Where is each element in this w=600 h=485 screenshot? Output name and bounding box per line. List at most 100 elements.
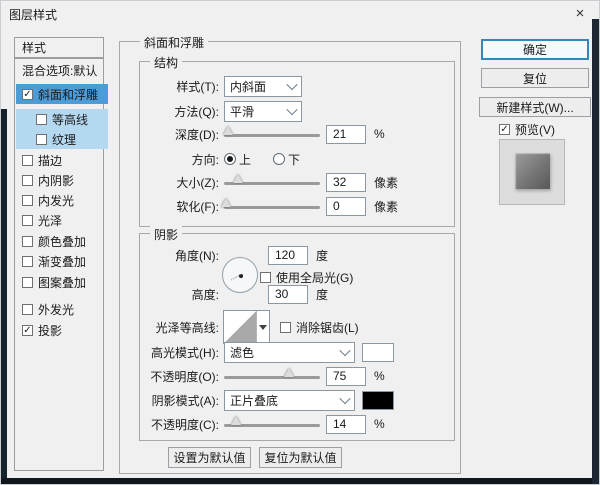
sidebar-item-contour[interactable]: 等高线 — [16, 109, 108, 129]
set-as-default-label: 设置为默认值 — [173, 451, 246, 465]
color-overlay-checkbox[interactable] — [22, 235, 33, 247]
styles-list: 混合选项:默认 斜面和浮雕 等高线 纹理 描边 内阴影 内发光 光泽 — [14, 58, 108, 471]
sidebar-item-pattern-overlay[interactable]: 图案叠加 — [16, 272, 108, 292]
sidebar-item-color-overlay[interactable]: 颜色叠加 — [16, 231, 108, 251]
altitude-value: 30 — [275, 287, 289, 301]
sidebar-item-inner-shadow[interactable]: 内阴影 — [16, 170, 108, 190]
global-light-checkbox[interactable] — [260, 271, 271, 283]
gradient-overlay-checkbox[interactable] — [22, 255, 33, 267]
reset-button[interactable]: 复位 — [481, 68, 589, 88]
sidebar-item-label: 斜面和浮雕 — [38, 87, 99, 102]
anti-alias-label: 消除锯齿(L) — [296, 320, 359, 335]
sidebar-item-outer-glow[interactable]: 外发光 — [16, 299, 108, 319]
sidebar-item-blending-options[interactable]: 混合选项:默认 — [16, 60, 108, 80]
shadow-mode-dropdown[interactable]: 正片叠底 — [224, 389, 355, 411]
depth-value: 21 — [333, 127, 347, 141]
highlight-opacity-thumb[interactable] — [284, 368, 295, 377]
chevron-down-icon — [339, 344, 351, 357]
altitude-input[interactable]: 30 — [268, 284, 308, 304]
sidebar-item-texture[interactable]: 纹理 — [16, 129, 108, 149]
ok-button[interactable]: 确定 — [481, 39, 589, 60]
new-style-label: 新建样式(W)... — [496, 100, 574, 115]
depth-slider[interactable] — [222, 126, 320, 137]
depth-input[interactable]: 21 — [326, 124, 366, 144]
triangle-down-icon — [259, 324, 267, 330]
highlight-color-swatch[interactable] — [362, 342, 394, 362]
technique-label: 方法(Q): — [174, 104, 219, 119]
sidebar-item-gradient-overlay[interactable]: 渐变叠加 — [16, 251, 108, 271]
reset-to-default-button[interactable]: 复位为默认值 — [259, 447, 342, 468]
bevel-emboss-checkbox[interactable] — [22, 88, 33, 100]
sidebar-item-drop-shadow[interactable]: 投影 — [16, 320, 108, 340]
set-as-default-button[interactable]: 设置为默认值 — [168, 447, 251, 468]
sidebar-item-label: 渐变叠加 — [38, 254, 87, 269]
angle-value: 120 — [275, 248, 296, 262]
size-slider-thumb[interactable] — [233, 174, 244, 183]
soften-input[interactable]: 0 — [326, 196, 366, 216]
style-dropdown-value: 内斜面 — [230, 79, 267, 94]
preview-checkbox[interactable] — [499, 124, 510, 135]
depth-unit: % — [374, 127, 385, 141]
shadow-opacity-thumb[interactable] — [230, 416, 241, 425]
highlight-opacity-input[interactable]: 75 — [326, 366, 366, 386]
chevron-down-icon — [286, 103, 298, 116]
depth-label: 深度(D): — [175, 127, 219, 142]
style-dropdown[interactable]: 内斜面 — [224, 75, 302, 97]
direction-down-label: 下 — [288, 152, 301, 167]
drop-shadow-checkbox[interactable] — [22, 324, 33, 336]
direction-down-radio[interactable] — [273, 153, 286, 165]
close-icon[interactable]: × — [569, 3, 591, 23]
sidebar-item-satin[interactable]: 光泽 — [16, 210, 108, 230]
size-unit: 像素 — [374, 175, 399, 190]
sidebar-item-label: 纹理 — [52, 132, 77, 147]
highlight-opacity-slider[interactable] — [224, 368, 320, 379]
direction-up-radio[interactable] — [224, 153, 236, 165]
shadow-opacity-unit: % — [374, 417, 385, 431]
sidebar-item-label: 外发光 — [38, 302, 75, 317]
outer-glow-checkbox[interactable] — [22, 303, 33, 315]
new-style-button[interactable]: 新建样式(W)... — [479, 97, 591, 117]
size-input[interactable]: 32 — [326, 172, 366, 192]
highlight-mode-dropdown[interactable]: 滤色 — [224, 341, 355, 363]
angle-input[interactable]: 120 — [268, 245, 308, 265]
structure-title: 结构 — [150, 54, 183, 71]
layer-style-dialog: 图层样式 × 样式 混合选项:默认 斜面和浮雕 等高线 纹理 描边 内阴影 — [0, 0, 600, 485]
soften-slider[interactable] — [220, 198, 320, 209]
texture-checkbox[interactable] — [36, 133, 47, 145]
soften-value: 0 — [333, 199, 340, 213]
technique-dropdown[interactable]: 平滑 — [224, 100, 302, 122]
stroke-checkbox[interactable] — [22, 154, 33, 166]
contour-checkbox[interactable] — [36, 113, 47, 125]
gloss-contour-picker[interactable] — [223, 310, 270, 344]
soften-slider-thumb[interactable] — [220, 198, 231, 207]
shadow-opacity-slider[interactable] — [224, 416, 320, 427]
shadow-color-swatch[interactable] — [362, 390, 394, 410]
sidebar-item-inner-glow[interactable]: 内发光 — [16, 190, 108, 210]
sidebar-item-label: 混合选项:默认 — [22, 63, 98, 78]
depth-slider-thumb[interactable] — [222, 126, 233, 135]
highlight-opacity-unit: % — [374, 369, 385, 383]
inner-shadow-checkbox[interactable] — [22, 174, 33, 186]
sidebar-item-stroke[interactable]: 描边 — [16, 150, 108, 170]
styles-list-header: 样式 — [14, 37, 104, 58]
altitude-label: 高度: — [191, 287, 219, 302]
anti-alias-checkbox[interactable] — [280, 321, 291, 333]
sidebar-item-label: 颜色叠加 — [38, 234, 87, 249]
sidebar-item-bevel-emboss[interactable]: 斜面和浮雕 — [16, 84, 108, 104]
desktop-edge-left — [1, 109, 7, 484]
contour-dropdown-arrow[interactable] — [257, 311, 269, 343]
inner-glow-checkbox[interactable] — [22, 194, 33, 206]
ok-label: 确定 — [522, 43, 547, 57]
direction-label: 方向: — [191, 152, 219, 167]
desktop-edge-bottom — [1, 478, 599, 484]
pattern-overlay-checkbox[interactable] — [22, 276, 33, 288]
highlight-mode-value: 滤色 — [230, 345, 255, 360]
satin-checkbox[interactable] — [22, 214, 33, 226]
sidebar-item-label: 图案叠加 — [38, 275, 87, 290]
sidebar-item-label: 内发光 — [38, 193, 75, 208]
direction-up-label: 上 — [239, 152, 252, 167]
shadow-opacity-input[interactable]: 14 — [326, 414, 366, 434]
dialog-title: 图层样式 — [9, 8, 58, 22]
shadow-opacity-label: 不透明度(C): — [151, 417, 219, 432]
size-slider[interactable] — [224, 174, 320, 185]
